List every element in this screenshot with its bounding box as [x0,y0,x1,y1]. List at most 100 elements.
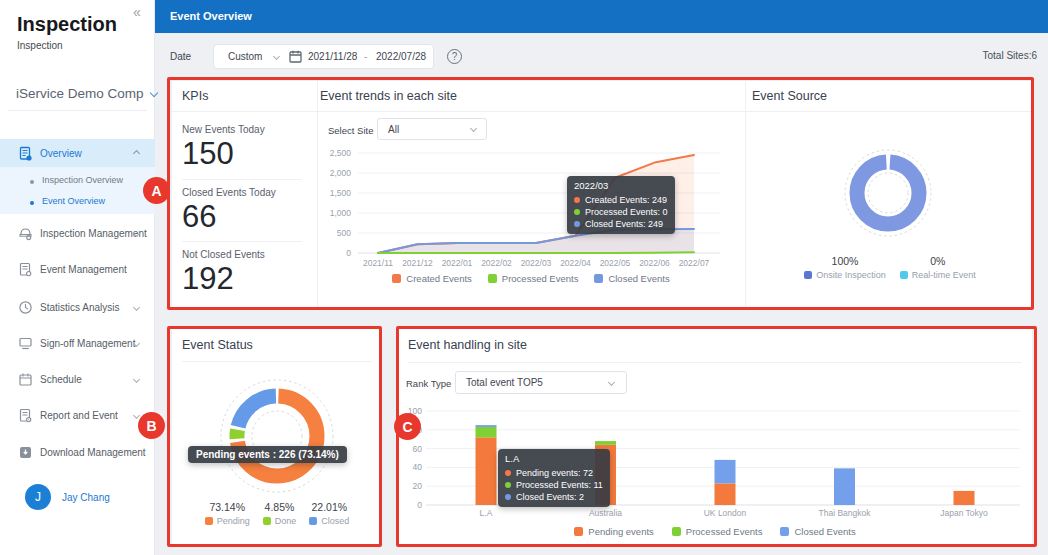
bullet-icon [30,180,34,184]
legend-percent: 0% [930,255,945,267]
sidebar-item-inspection-management[interactable]: Inspection Management [0,221,155,245]
sidebar-collapse-icon[interactable]: « [133,4,141,20]
dot-icon [505,494,511,500]
legend-percent: 4.85% [265,501,295,513]
legend-swatch [574,527,583,536]
source-title: Event Source [752,89,827,103]
chevron-down-icon [608,379,615,386]
kpi-value: 66 [182,199,216,235]
legend-swatch [780,527,789,536]
svg-text:UK London: UK London [704,508,747,518]
org-selector[interactable]: iService Demo Comp [16,86,157,101]
svg-text:2022/04: 2022/04 [560,258,591,268]
legend-closed-events[interactable]: Closed Events [780,526,855,537]
rank-type-dropdown[interactable]: Total event TOP5 [455,371,627,394]
select-site-value: All [388,124,399,135]
trends-chart-svg: 05001,0001,5002,0002,5002021/112021/1220… [315,140,745,292]
legend-label: Processed Events [686,526,763,537]
date-to-value[interactable]: 2022/07/28 [376,51,426,62]
source-chart[interactable] [828,133,948,253]
legend-label: Pending [217,516,250,526]
inspection-management-icon [18,226,33,241]
status-title: Event Status [182,338,253,352]
kpi-value: 150 [182,136,234,172]
select-site-dropdown[interactable]: All [377,118,487,140]
sidebar: « Inspection Inspection iService Demo Co… [0,0,155,555]
svg-text:2022/02: 2022/02 [481,258,512,268]
svg-text:2021/11: 2021/11 [363,258,393,268]
date-from-value[interactable]: 2021/11/28 [308,51,357,62]
legend-onsite-inspection[interactable]: 100% Onsite Inspection [804,255,886,280]
date-range-type[interactable]: Custom [228,51,262,62]
sidebar-item-report-and-event[interactable]: Report and Event [0,403,155,427]
svg-text:2022/07: 2022/07 [679,258,710,268]
sidebar-item-schedule[interactable]: Schedule [0,367,155,391]
tooltip-row: Created Events: 249 [585,194,667,206]
legend-closed[interactable]: 22.01% Closed [309,501,349,526]
rank-type-value: Total event TOP5 [466,377,543,388]
status-chart[interactable] [217,376,337,496]
sidebar-item-overview[interactable]: Overview [0,141,155,165]
help-icon[interactable]: ? [447,49,462,64]
legend-pending[interactable]: 73.14% Pending [205,501,250,526]
handling-legend[interactable]: Pending events Processed Events Closed E… [398,526,1032,537]
sidebar-item-label: Schedule [40,374,82,385]
signoff-management-icon [18,336,33,351]
source-legend[interactable]: 100% Onsite Inspection 0% Real-time Even… [780,255,1000,280]
sidebar-item-event-management[interactable]: Event Management [0,257,155,281]
sidebar-item-event-overview[interactable]: Event Overview [0,194,155,214]
svg-text:2022/06: 2022/06 [639,258,670,268]
svg-text:0: 0 [417,500,422,510]
legend-realtime-event[interactable]: 0% Real-time Event [900,255,976,280]
total-sites: Total Sites:6 [930,50,1037,61]
svg-text:40: 40 [413,462,423,472]
legend-label: Onsite Inspection [816,270,886,280]
svg-text:2022/03: 2022/03 [521,258,552,268]
sidebar-item-label: Statistics Analysis [40,302,119,313]
legend-swatch [900,271,908,279]
statistics-analysis-icon [18,300,33,315]
rank-type-label: Rank Type [406,378,451,389]
title-divider [172,111,1032,112]
date-filter-label: Date [170,51,191,62]
legend-created-events[interactable]: Created Events [392,273,471,284]
trends-legend[interactable]: Created Events Processed Events Closed E… [317,273,745,284]
legend-swatch [488,274,497,283]
sidebar-item-label: Inspection Management [40,228,147,239]
chevron-down-icon [470,125,477,132]
legend-processed-events[interactable]: Processed Events [672,526,763,537]
kpis-title: KPIs [182,89,208,103]
sidebar-item-statistics-analysis[interactable]: Statistics Analysis [0,295,155,319]
kpi-label: Not Closed Events [182,249,265,260]
legend-swatch [205,517,213,525]
date-range-control[interactable]: Custom 2021/11/28 - 2022/07/28 [213,44,434,69]
top-bar: Event Overview [155,0,1048,33]
chevron-down-icon [133,303,140,310]
sidebar-item-signoff-management[interactable]: Sign-off Management [0,331,155,355]
bullet-icon [30,201,34,205]
avatar[interactable]: J [25,484,51,510]
status-legend[interactable]: 73.14% Pending 4.85% Done 22.01% Closed [174,501,380,526]
legend-swatch [392,274,401,283]
sidebar-item-inspection-overview[interactable]: Inspection Overview [0,173,155,193]
download-management-icon [18,445,33,460]
legend-processed-events[interactable]: Processed Events [488,273,579,284]
app-root: « Inspection Inspection iService Demo Co… [0,0,1048,555]
source-chart-svg [828,133,948,253]
trends-chart[interactable]: 05001,0001,5002,0002,5002021/112021/1220… [315,140,745,292]
sidebar-item-download-management[interactable]: Download Management [0,440,155,464]
tooltip-row: Processed Events: 11 [516,479,603,491]
svg-text:20: 20 [413,481,423,491]
dot-icon [574,209,580,215]
legend-closed-events[interactable]: Closed Events [594,273,669,284]
legend-swatch [263,517,271,525]
legend-pending-events[interactable]: Pending events [574,526,654,537]
sidebar-divider [8,110,147,111]
legend-done[interactable]: 4.85% Done [263,501,297,526]
sidebar-item-label: Sign-off Management [40,338,135,349]
kpi-divider [182,179,302,180]
legend-label: Real-time Event [912,270,976,280]
svg-text:Australia: Australia [589,508,622,518]
legend-percent: 73.14% [209,501,245,513]
kpi-label: New Events Today [182,124,265,135]
